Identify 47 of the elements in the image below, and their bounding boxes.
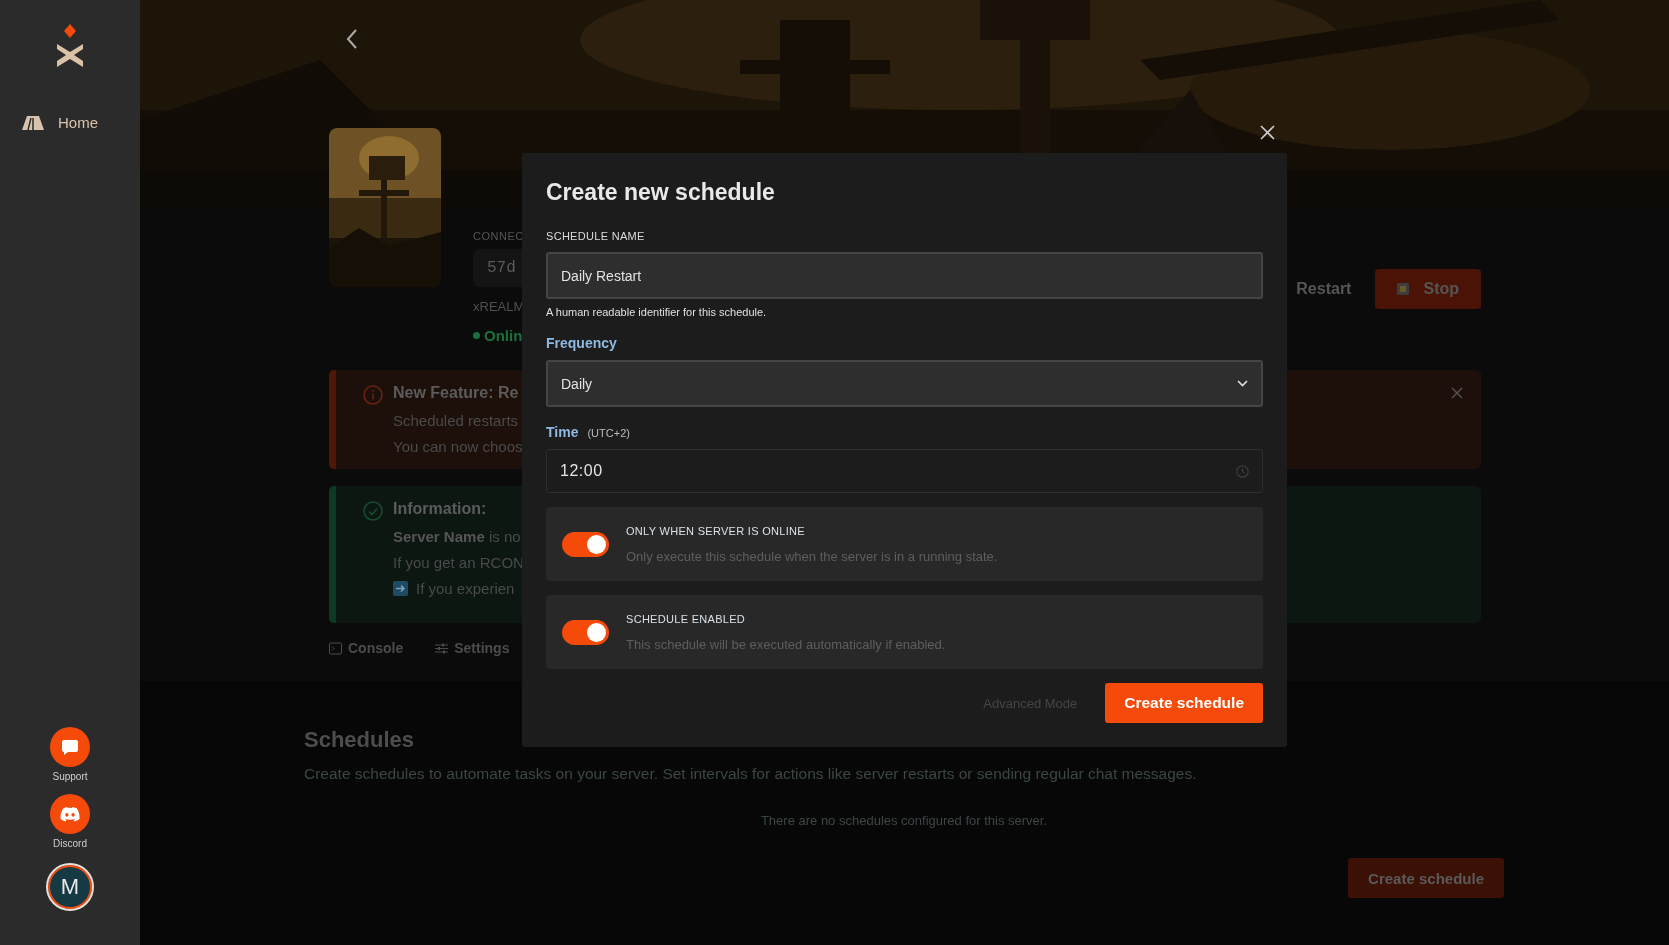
alert-text: If you experien <box>416 579 515 599</box>
alert-text: Server Name is no <box>393 527 522 547</box>
link-label: Support <box>52 771 88 782</box>
check-circle-icon <box>363 501 383 521</box>
field-label: Frequency <box>546 335 618 351</box>
empty-message: There are no schedules configured for this server. <box>760 813 1048 828</box>
restart-button[interactable]: Restart <box>1286 269 1362 309</box>
timezone-label: (UTC+2) <box>587 427 630 439</box>
link-label: Discord <box>53 838 87 849</box>
frequency-dropdown[interactable]: Daily <box>546 360 1263 407</box>
section-title: Schedules <box>304 727 416 753</box>
sliders-icon <box>435 641 449 655</box>
alert-text: You can now choos <box>393 437 523 457</box>
alert-title: Information: <box>393 500 488 518</box>
tent-icon <box>22 115 44 130</box>
discord-icon <box>60 804 80 824</box>
nav-item[interactable]: Home <box>58 114 98 131</box>
tab[interactable]: Console <box>329 640 404 656</box>
chevron-down-icon <box>1237 380 1248 387</box>
arrow-icon <box>393 581 408 596</box>
stop-icon <box>1397 283 1410 295</box>
avatar[interactable]: M <box>46 863 94 911</box>
stop-button[interactable]: Stop <box>1375 269 1481 309</box>
name-field[interactable]: Daily Restart <box>546 252 1263 299</box>
create-schedule-button[interactable]: Create schedule <box>1105 683 1263 723</box>
chat-icon <box>60 737 80 757</box>
section-description: Create schedules to automate tasks on your server. Set intervals for actions like server restarts or sending regular chat messages. <box>304 765 1198 783</box>
terminal-icon <box>329 641 342 655</box>
option-title: ONLY WHEN SERVER IS ONLINE <box>626 524 806 537</box>
alert-text: Scheduled restarts <box>393 411 520 431</box>
clock-icon <box>1236 464 1249 478</box>
toggle-switch[interactable] <box>562 531 609 557</box>
info-icon <box>363 385 383 405</box>
option-title: SCHEDULE ENABLED <box>626 612 747 625</box>
create-schedule-button[interactable]: Create schedule <box>1348 858 1504 898</box>
time-field[interactable]: 12:00 <box>546 449 1263 493</box>
field-hint: A human readable identifier for this schedule. <box>546 306 768 318</box>
toggle-switch[interactable] <box>562 619 609 645</box>
alert-title: New Feature: Re <box>393 384 520 402</box>
field-label: Time <box>546 424 579 440</box>
chat-button[interactable] <box>50 727 90 767</box>
status-dot <box>473 332 480 339</box>
connection-label: CONNEC <box>473 230 524 242</box>
field-label: SCHEDULE NAME <box>546 230 646 242</box>
status-text: Onlin <box>484 327 523 344</box>
discord-button[interactable] <box>50 794 90 834</box>
tab[interactable]: Settings <box>435 640 510 656</box>
